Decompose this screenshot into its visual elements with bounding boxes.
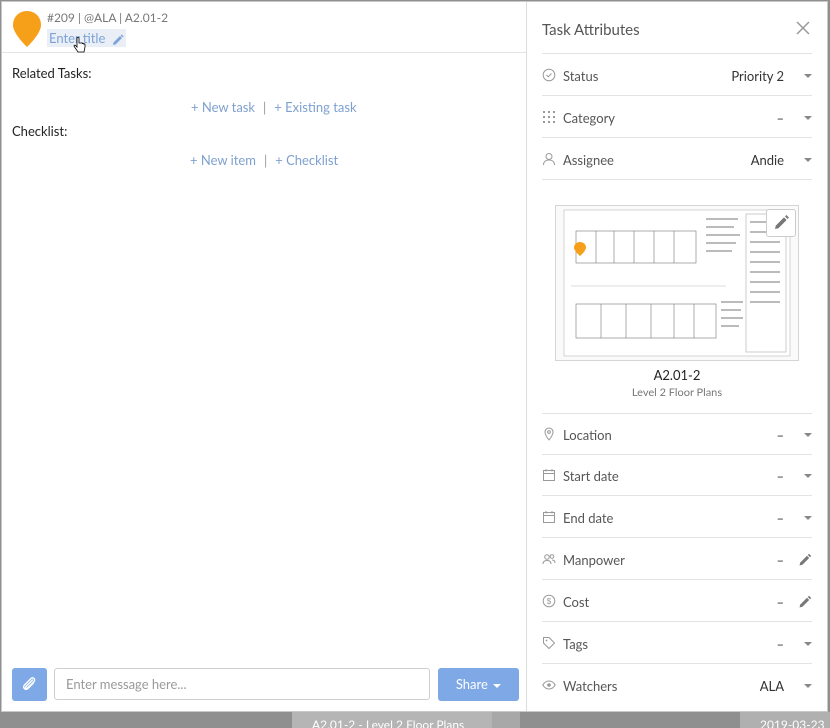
- caret-down-icon: [804, 433, 812, 437]
- users-icon: [542, 554, 556, 565]
- manpower-row[interactable]: Manpower –: [542, 539, 812, 580]
- divider: [542, 53, 812, 54]
- calendar-icon: [543, 469, 555, 481]
- checklist-label: Checklist:: [12, 123, 68, 139]
- location-label: Location: [563, 427, 612, 443]
- paperclip-icon: [22, 677, 36, 691]
- sheet-thumbnail[interactable]: [555, 205, 799, 361]
- caret-down-icon: [804, 642, 812, 646]
- assignee-label: Assignee: [563, 152, 614, 168]
- task-attributes-panel: Task Attributes Status Priority 2 Catego…: [527, 2, 827, 711]
- task-meta: #209 | @ALA | A2.01-2: [47, 10, 169, 25]
- dollar-circle-icon: $: [542, 594, 556, 608]
- checklist-links: + New item | + Checklist: [190, 152, 338, 168]
- add-checklist-link[interactable]: + Checklist: [275, 152, 338, 168]
- category-label: Category: [563, 110, 616, 126]
- share-button[interactable]: Share: [438, 668, 519, 701]
- grid-icon: [543, 111, 555, 123]
- start-date-row[interactable]: Start date –: [542, 455, 812, 496]
- assignee-value: Andie: [750, 152, 784, 168]
- new-item-link[interactable]: + New item: [190, 152, 256, 168]
- manpower-value: –: [776, 552, 784, 568]
- pencil-icon[interactable]: [798, 595, 812, 609]
- pencil-icon: [112, 34, 124, 45]
- caret-down-icon: [804, 474, 812, 478]
- attach-button[interactable]: [12, 668, 47, 701]
- related-tasks-links: + New task | + Existing task: [191, 99, 357, 115]
- caret-down-icon: [493, 683, 502, 688]
- share-label: Share: [455, 676, 488, 692]
- tag-icon: [543, 637, 556, 650]
- background-date-strip: 2019-03-23: [740, 712, 830, 728]
- user-icon: [543, 153, 555, 166]
- manpower-label: Manpower: [563, 552, 625, 568]
- sheet-description: Level 2 Floor Plans: [631, 386, 723, 399]
- message-input[interactable]: Enter message here...: [54, 668, 430, 700]
- watchers-row[interactable]: Watchers ALA: [542, 665, 812, 706]
- category-value: –: [776, 110, 784, 126]
- calendar-icon: [543, 511, 555, 523]
- task-modal: #209 | @ALA | A2.01-2 Enter title Relate…: [1, 1, 828, 712]
- end-date-value: –: [776, 510, 784, 526]
- background-sheet-strip: A2.01-2 - Level 2 Floor Plans: [292, 712, 512, 728]
- edit-sheet-button[interactable]: [766, 209, 796, 237]
- watchers-value: ALA: [759, 678, 784, 694]
- pencil-icon[interactable]: [798, 553, 812, 567]
- task-main-pane: #209 | @ALA | A2.01-2 Enter title Relate…: [2, 2, 527, 711]
- pencil-icon: [775, 215, 789, 229]
- cost-value: –: [776, 594, 784, 610]
- status-label: Status: [563, 68, 599, 84]
- status-row[interactable]: Status Priority 2: [542, 55, 812, 96]
- start-date-label: Start date: [563, 468, 619, 484]
- sheet-name: A2.01-2: [653, 367, 701, 383]
- hand-cursor-icon: [73, 36, 86, 53]
- eye-icon: [542, 680, 556, 690]
- existing-task-link[interactable]: + Existing task: [274, 99, 356, 115]
- category-row[interactable]: Category –: [542, 97, 812, 138]
- caret-down-icon: [804, 158, 812, 162]
- tags-value: –: [776, 636, 784, 652]
- caret-down-icon: [804, 516, 812, 520]
- floor-plan-image: [563, 209, 791, 357]
- assignee-row[interactable]: Assignee Andie: [542, 139, 812, 180]
- map-pin-icon: [13, 11, 41, 47]
- task-header: #209 | @ALA | A2.01-2 Enter title: [2, 2, 526, 53]
- tags-row[interactable]: Tags –: [542, 623, 812, 664]
- svg-text:$: $: [547, 597, 552, 606]
- start-date-value: –: [776, 468, 784, 484]
- link-separator: |: [263, 99, 267, 115]
- location-row[interactable]: Location –: [542, 413, 812, 455]
- close-icon[interactable]: [795, 20, 811, 36]
- tags-label: Tags: [563, 636, 589, 652]
- message-composer: Enter message here... Share: [12, 667, 522, 701]
- end-date-label: End date: [563, 510, 614, 526]
- background-edit-tab: [492, 712, 520, 728]
- cost-label: Cost: [563, 594, 590, 610]
- new-task-link[interactable]: + New task: [191, 99, 255, 115]
- cost-row[interactable]: $ Cost –: [542, 581, 812, 622]
- panel-title: Task Attributes: [542, 21, 640, 39]
- caret-down-icon: [804, 74, 812, 78]
- caret-down-icon: [804, 116, 812, 120]
- location-pin-icon: [544, 427, 554, 441]
- end-date-row[interactable]: End date –: [542, 497, 812, 538]
- caret-down-icon: [804, 684, 812, 688]
- location-value: –: [776, 427, 784, 443]
- watchers-label: Watchers: [563, 678, 618, 694]
- link-separator: |: [263, 152, 268, 168]
- check-circle-icon: [542, 68, 556, 82]
- related-tasks-label: Related Tasks:: [12, 65, 92, 81]
- status-value: Priority 2: [731, 68, 784, 84]
